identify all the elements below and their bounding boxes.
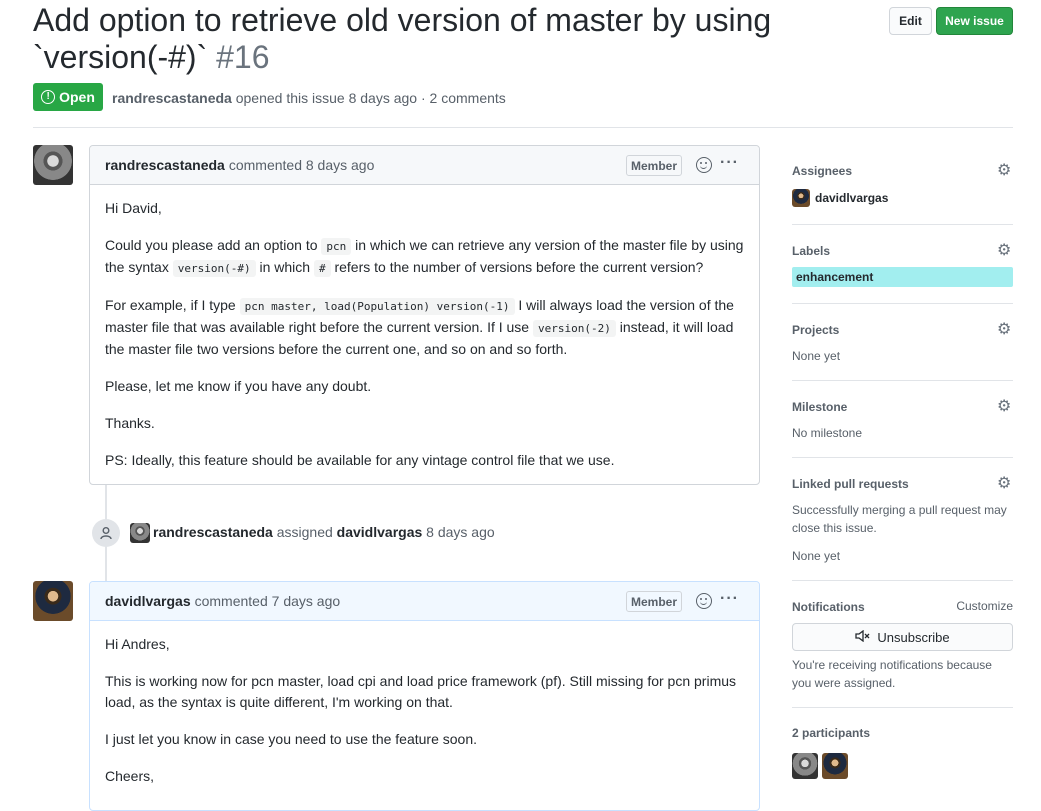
member-badge: Member xyxy=(625,155,682,176)
issue-author-link[interactable]: randrescastaneda xyxy=(112,90,232,106)
comment-header: davidlvargas commented 7 days ago Member… xyxy=(90,582,759,621)
linked-prs-description: Successfully merging a pull request may … xyxy=(792,503,1007,535)
avatar[interactable] xyxy=(33,581,73,621)
header-divider xyxy=(33,127,1013,128)
sidebar-assignees: Assignees ⚙ xyxy=(792,163,1013,181)
gear-icon[interactable]: ⚙ xyxy=(997,399,1013,415)
milestone-value: No milestone xyxy=(792,426,863,440)
sidebar-projects: Projects ⚙ xyxy=(792,322,1013,340)
assignee-link[interactable]: davidlvargas xyxy=(815,191,888,205)
sidebar-heading: Linked pull requests xyxy=(792,477,909,491)
sidebar-notifications: Notifications Customize xyxy=(792,599,1013,617)
participant-avatar[interactable] xyxy=(822,753,848,779)
comment-paragraph: Cheers, xyxy=(105,768,155,784)
sidebar-labels: Labels ⚙ xyxy=(792,243,1013,261)
comment-author-link[interactable]: randrescastaneda xyxy=(105,157,225,173)
sidebar-heading: Milestone xyxy=(792,400,848,414)
event-target-link[interactable]: davidlvargas xyxy=(337,524,423,540)
kebab-menu-icon[interactable]: ··· xyxy=(720,154,739,172)
event-time[interactable]: 8 days ago xyxy=(426,524,495,540)
sidebar-linked-prs: Linked pull requests ⚙ xyxy=(792,476,1013,494)
comment-timestamp[interactable]: commented 8 days ago xyxy=(229,157,375,173)
customize-link[interactable]: Customize xyxy=(956,597,1013,615)
comment-paragraph: For example, if I type pcn master, load(… xyxy=(105,297,734,357)
avatar[interactable] xyxy=(130,523,150,543)
projects-value: None yet xyxy=(792,349,841,363)
comment-paragraph: Thanks. xyxy=(105,415,155,431)
gear-icon[interactable]: ⚙ xyxy=(997,322,1013,338)
comment-header: randrescastaneda commented 8 days ago Me… xyxy=(90,146,759,185)
sidebar-divider xyxy=(792,457,1013,458)
issue-state-badge: ! Open xyxy=(33,83,103,111)
inline-code: version(-2) xyxy=(533,320,616,337)
comment-card: randrescastaneda commented 8 days ago Me… xyxy=(89,145,760,485)
sidebar-divider xyxy=(792,303,1013,304)
event-actor-link[interactable]: randrescastaneda xyxy=(153,524,273,540)
issue-state-label: Open xyxy=(59,89,95,105)
comment-paragraph: Please, let me know if you have any doub… xyxy=(105,378,372,394)
inline-code: version(-#) xyxy=(172,260,256,277)
smiley-icon[interactable] xyxy=(696,157,712,173)
comment-body: Hi Andres, This is working now for pcn m… xyxy=(90,621,759,787)
issue-meta-text: opened this issue 8 days ago · 2 comment… xyxy=(235,90,506,106)
participants-heading: 2 participants xyxy=(792,726,871,740)
sidebar-heading: Projects xyxy=(792,323,840,337)
mute-icon xyxy=(855,629,871,645)
gear-icon[interactable]: ⚙ xyxy=(997,163,1013,179)
comment-card: davidlvargas commented 7 days ago Member… xyxy=(89,581,760,811)
unsubscribe-button[interactable]: Unsubscribe xyxy=(792,623,1013,651)
new-issue-button[interactable]: New issue xyxy=(936,7,1013,35)
issue-number: #16 xyxy=(216,39,270,75)
comment-paragraph: I just let you know in case you need to … xyxy=(105,731,478,747)
inline-code: pcn xyxy=(321,238,352,255)
member-badge: Member xyxy=(625,591,682,612)
comment-greeting: Hi David, xyxy=(105,200,162,216)
edit-button[interactable]: Edit xyxy=(889,7,932,35)
gear-icon[interactable]: ⚙ xyxy=(997,476,1013,492)
sidebar-heading: Assignees xyxy=(792,164,853,178)
unsubscribe-label: Unsubscribe xyxy=(877,629,950,645)
comment-paragraph: Could you please add an option to pcn in… xyxy=(105,237,744,277)
participant-avatar[interactable] xyxy=(792,753,818,779)
assign-event: randrescastaneda assigned davidlvargas 8… xyxy=(153,524,495,540)
avatar[interactable] xyxy=(33,145,73,185)
sidebar-divider xyxy=(792,707,1013,708)
sidebar-divider xyxy=(792,224,1013,225)
notification-reason: You're receiving notifications because y… xyxy=(792,658,992,690)
gear-icon[interactable]: ⚙ xyxy=(997,243,1013,259)
comment-author-link[interactable]: davidlvargas xyxy=(105,593,191,609)
comment-timestamp[interactable]: commented 7 days ago xyxy=(195,593,341,609)
sidebar-milestone: Milestone ⚙ xyxy=(792,399,1013,417)
sidebar-heading: Notifications xyxy=(792,600,865,614)
comment-greeting: Hi Andres, xyxy=(105,636,170,652)
issue-title-text: Add option to retrieve old version of ma… xyxy=(33,2,772,75)
label-enhancement[interactable]: enhancement xyxy=(792,267,1013,287)
issue-title: Add option to retrieve old version of ma… xyxy=(33,2,823,76)
smiley-icon[interactable] xyxy=(696,593,712,609)
comment-paragraph: PS: Ideally, this feature should be avai… xyxy=(105,452,615,468)
inline-code: # xyxy=(313,260,331,277)
avatar[interactable] xyxy=(792,189,810,207)
sidebar-divider xyxy=(792,580,1013,581)
comment-paragraph: This is working now for pcn master, load… xyxy=(105,673,737,710)
sidebar-divider xyxy=(792,380,1013,381)
sidebar-heading: Labels xyxy=(792,244,831,258)
linked-prs-value: None yet xyxy=(792,549,841,563)
comment-body: Hi David, Could you please add an option… xyxy=(90,185,759,471)
kebab-menu-icon[interactable]: ··· xyxy=(720,590,739,608)
person-icon xyxy=(92,519,120,547)
inline-code: pcn master, load(Population) version(-1) xyxy=(239,298,515,315)
issue-opened-icon: ! xyxy=(41,90,56,104)
issue-meta: randrescastaneda opened this issue 8 day… xyxy=(112,90,506,106)
